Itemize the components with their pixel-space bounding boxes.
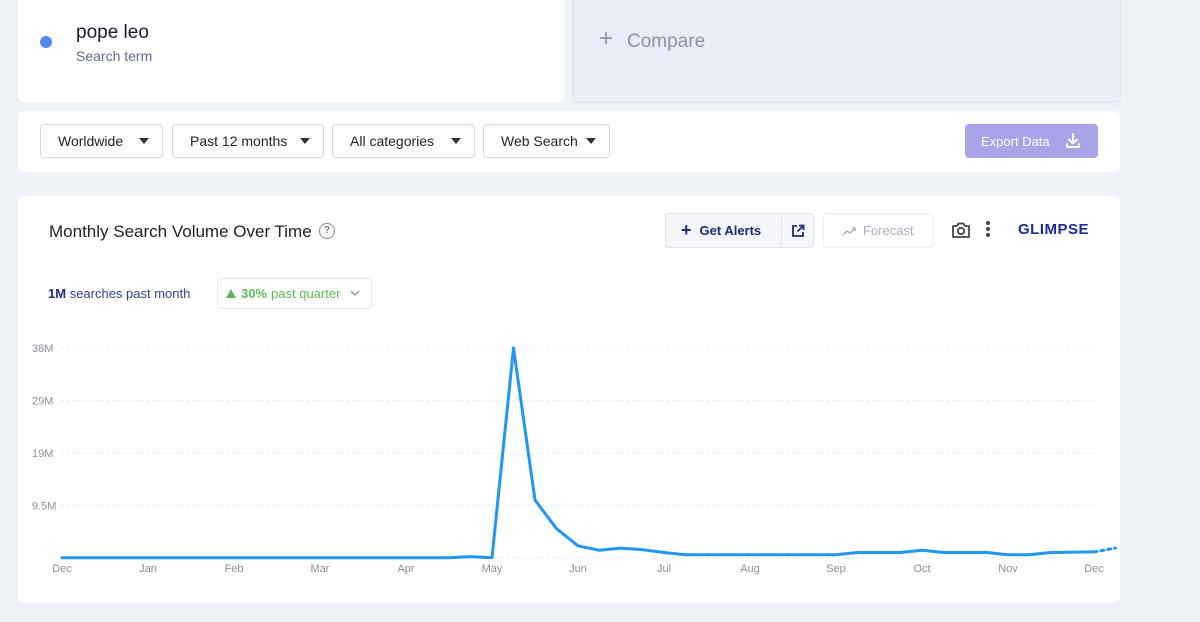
search-term-card[interactable]: pope leo Search term [18,0,565,102]
search-volume-chart: 38M 29M 19M 9.5M Dec Jan Feb Mar Apr May Jun Jul Aug… [32,343,1117,575]
x-tick-label: Aug [740,563,760,575]
brand-logo: GLIMPSE [1018,221,1090,238]
category-dropdown[interactable]: All categories [332,124,475,158]
period-dropdown-label: Past 12 months [190,133,288,149]
x-tick-label: Feb [225,563,244,575]
monthly-searches-stat: 1M searches past month [48,286,190,301]
get-alerts-button[interactable]: + Get Alerts [666,214,781,247]
y-tick-label: 38M [32,343,53,355]
open-external-button[interactable] [781,214,814,247]
monthly-searches-label: searches past month [69,286,191,301]
export-data-label: Export Data [981,133,1050,149]
x-tick-label: Dec [52,563,72,575]
quarter-growth-toggle[interactable]: 30% past quarter [217,278,372,309]
arrow-up-icon [226,289,236,298]
forecast-label: Forecast [863,223,914,238]
quarter-growth-value: 30% [241,286,268,301]
x-tick-label: Mar [311,563,330,575]
more-options-icon[interactable] [985,221,991,239]
chart-card: 38M 29M 19M 9.5M Dec Jan Feb Mar Apr May Jun Jul Aug… [18,196,1120,603]
region-dropdown[interactable]: Worldwide [40,124,163,158]
plus-icon: + [681,220,692,240]
alerts-group: + Get Alerts [665,213,814,248]
filter-bar: Worldwide Past 12 months All categories … [18,111,1120,172]
period-dropdown[interactable]: Past 12 months [172,124,324,158]
monthly-searches-value: 1M [48,286,67,301]
caret-down-icon [139,138,149,144]
x-tick-label: Nov [998,563,1018,575]
trend-icon [842,226,856,235]
export-data-button[interactable]: Export Data [965,124,1098,158]
forecast-line [1092,546,1117,554]
camera-icon[interactable] [951,221,971,239]
download-icon [1066,133,1080,148]
y-tick-label: 9.5M [32,501,56,513]
x-tick-label: Jan [139,563,157,575]
caret-down-icon [451,138,461,144]
quarter-growth-label: past quarter [271,286,341,301]
x-tick-label: Apr [397,563,414,575]
compare-button[interactable]: + Compare [572,0,1121,103]
chevron-down-icon [350,290,360,296]
y-tick-label: 19M [32,448,53,460]
term-title: pope leo [76,22,149,43]
x-tick-label: Oct [913,563,930,575]
caret-down-icon [586,138,596,144]
chart-title: Monthly Search Volume Over Time [49,222,312,241]
term-subtitle: Search term [76,48,153,64]
x-tick-label: Dec [1084,563,1104,575]
compare-label: Compare [627,31,706,52]
search-type-dropdown-label: Web Search [501,133,578,149]
region-dropdown-label: Worldwide [58,133,124,149]
x-tick-label: Sep [826,563,846,575]
term-color-dot [40,36,52,48]
forecast-button[interactable]: Forecast [823,213,934,248]
y-tick-label: 29M [32,396,53,408]
plus-icon: + [599,25,614,52]
x-tick-label: Jun [569,563,587,575]
help-icon[interactable]: ? [319,223,335,239]
search-type-dropdown[interactable]: Web Search [483,124,610,158]
category-dropdown-label: All categories [350,133,435,149]
caret-down-icon [300,138,310,144]
x-tick-label: Jul [657,563,671,575]
get-alerts-label: Get Alerts [699,223,762,238]
x-tick-label: May [482,563,503,575]
external-link-icon [792,224,805,237]
